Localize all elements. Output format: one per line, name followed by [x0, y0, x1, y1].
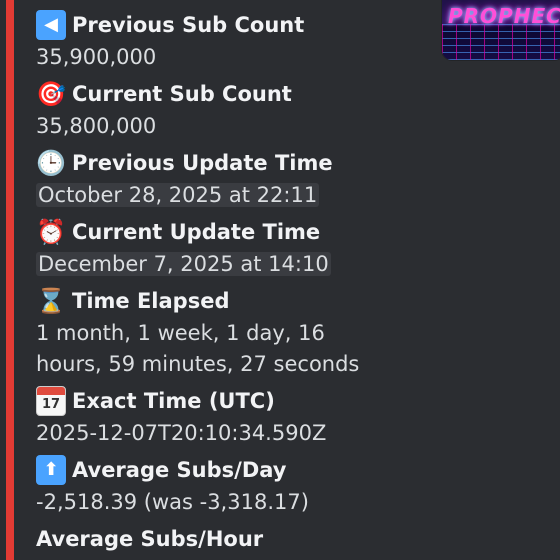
field-name: Average Subs/Hour [36, 527, 264, 551]
field-value: -2,518.39 (was -3,318.17) [36, 490, 309, 514]
thumbnail-grid [442, 24, 560, 60]
clock-icon: 🕒 [36, 149, 66, 177]
field-average-subs-hour: Average Subs/Hour [36, 522, 560, 556]
up-arrow-icon: ⬆ [36, 455, 66, 485]
field-exact-time: 17 Exact Time (UTC) 2025-12-07T20:10:34.… [36, 384, 560, 449]
field-current-sub-count: 🎯 Current Sub Count 35,800,000 [36, 77, 560, 142]
thumbnail-logo-text: PROPHECY [448, 4, 560, 28]
field-name: Exact Time (UTC) [72, 389, 275, 413]
field-time-elapsed: ⌛ Time Elapsed 1 month, 1 week, 1 day, 1… [36, 284, 560, 380]
embed-accent-bar [6, 0, 14, 560]
thumbnail-image[interactable]: PROPHECY [442, 0, 560, 60]
hourglass-icon: ⌛ [36, 287, 66, 315]
field-name: Previous Sub Count [72, 13, 305, 37]
field-name: Current Sub Count [72, 82, 292, 106]
timestamp[interactable]: October 28, 2025 at 22:11 [36, 183, 320, 207]
field-value: 35,800,000 [36, 114, 157, 138]
field-name: Average Subs/Day [72, 458, 287, 482]
field-name: Time Elapsed [72, 289, 230, 313]
timestamp[interactable]: December 7, 2025 at 14:10 [36, 252, 331, 276]
field-average-subs-day: ⬆ Average Subs/Day -2,518.39 (was -3,318… [36, 453, 560, 518]
embed-body: PROPHECY ◀ Previous Sub Count 35,900,000… [36, 0, 560, 560]
alarm-clock-icon: ⏰ [36, 218, 66, 246]
field-value: 1 month, 1 week, 1 day, 16 hours, 59 min… [36, 321, 360, 376]
field-current-update-time: ⏰ Current Update Time December 7, 2025 a… [36, 215, 560, 280]
field-name: Previous Update Time [72, 151, 333, 175]
left-arrow-icon: ◀ [36, 10, 66, 40]
field-name: Current Update Time [72, 220, 321, 244]
target-icon: 🎯 [36, 80, 66, 108]
field-previous-update-time: 🕒 Previous Update Time October 28, 2025 … [36, 146, 560, 211]
field-value: 2025-12-07T20:10:34.590Z [36, 421, 327, 445]
calendar-icon: 17 [36, 386, 66, 416]
